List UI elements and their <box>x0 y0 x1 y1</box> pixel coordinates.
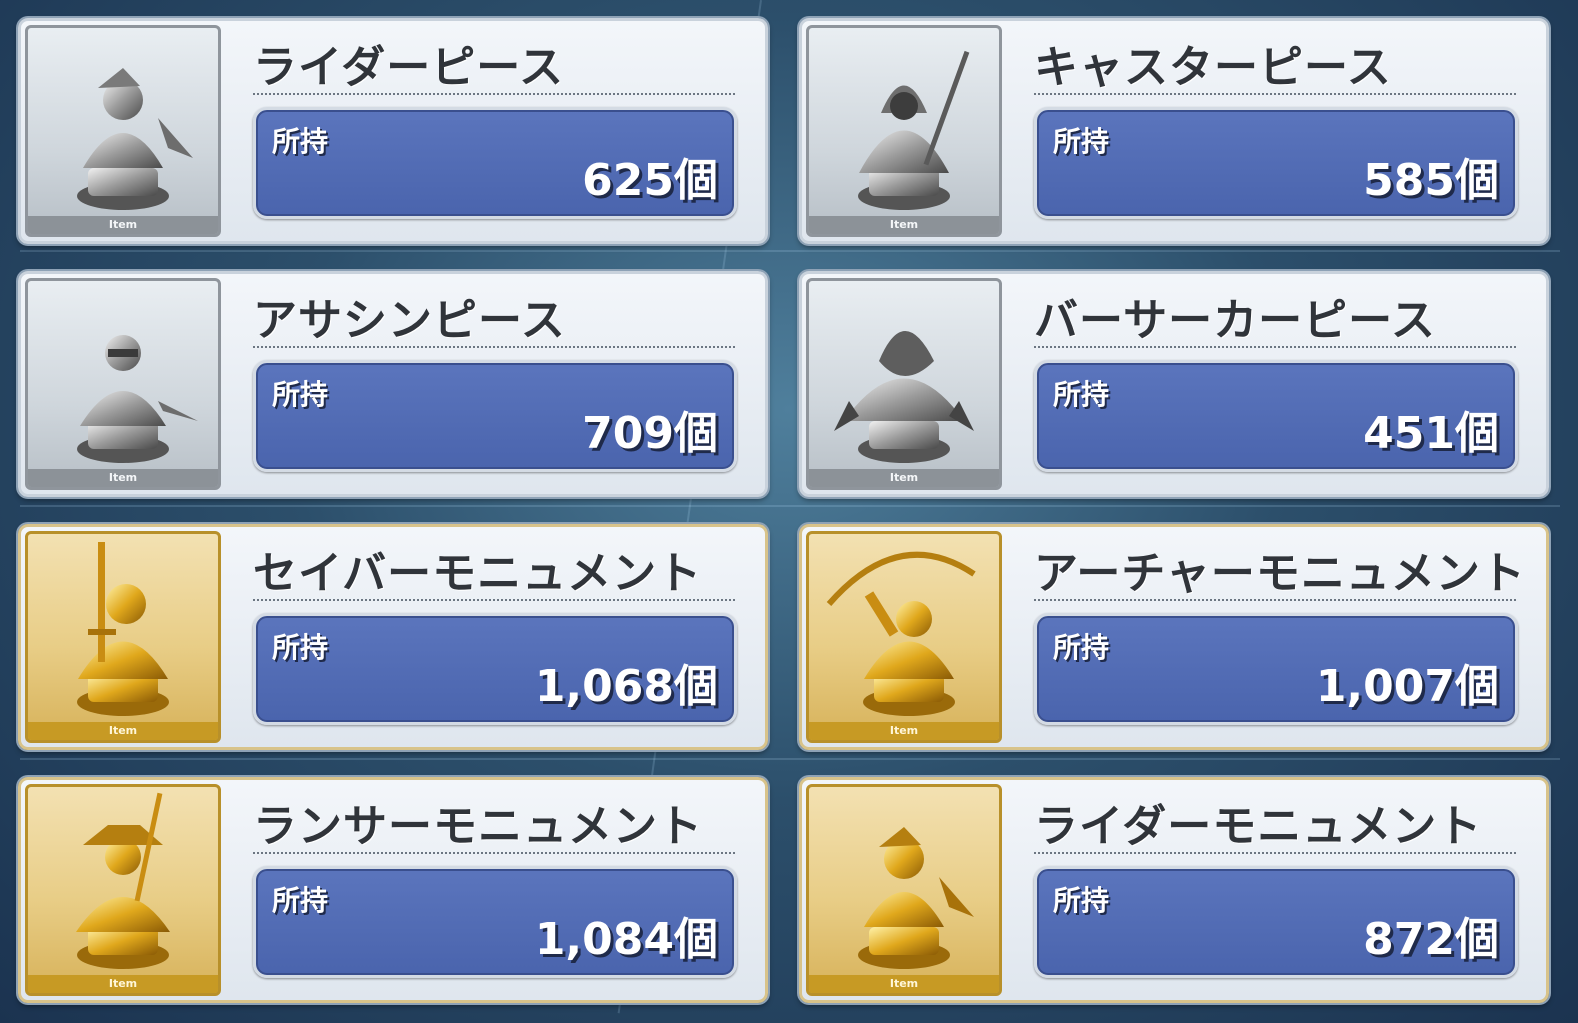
divider <box>1034 852 1516 854</box>
item-name: ライダーピース <box>253 42 565 93</box>
held-count: 1,007個 <box>1315 661 1499 712</box>
held-count-box: 所持 709個 <box>253 360 737 472</box>
item-name: セイバーモニュメント <box>253 548 703 599</box>
held-count: 585個 <box>1363 155 1499 206</box>
held-label: 所持 <box>1053 378 1110 411</box>
item-tag: Item <box>28 722 218 740</box>
divider <box>253 852 735 854</box>
divider <box>1034 599 1516 601</box>
item-card-lancer-monument[interactable]: Item ランサーモニュメント 所持 1,084個 <box>18 777 768 1003</box>
item-tag: Item <box>28 469 218 487</box>
item-name: ランサーモニュメント <box>253 801 703 852</box>
held-count-box: 所持 585個 <box>1034 107 1518 219</box>
item-tag: Item <box>28 975 218 993</box>
held-count-box: 所持 625個 <box>253 107 737 219</box>
item-grid: Item ライダーピース 所持 625個 Item キャスターピース 所持 58… <box>0 0 1578 1023</box>
caster-piece-bust-icon <box>858 50 970 210</box>
item-thumbnail: Item <box>806 531 1002 743</box>
item-name: アサシンピース <box>253 295 566 346</box>
divider <box>1034 93 1516 95</box>
lancer-monument-bust-icon <box>76 792 170 969</box>
item-thumbnail: Item <box>806 278 1002 490</box>
divider <box>253 346 735 348</box>
item-thumbnail: Item <box>25 25 221 237</box>
held-count: 1,068個 <box>534 661 718 712</box>
saber-monument-bust-icon <box>77 542 169 716</box>
item-tag: Item <box>809 975 999 993</box>
item-thumbnail: Item <box>25 278 221 490</box>
held-count-box: 所持 1,068個 <box>253 613 737 725</box>
item-name: キャスターピース <box>1034 42 1392 93</box>
divider <box>1034 346 1516 348</box>
item-name: バーサーカーピース <box>1034 295 1436 346</box>
held-count-box: 所持 1,007個 <box>1034 613 1518 725</box>
item-thumbnail: Item <box>806 784 1002 996</box>
held-label: 所持 <box>272 125 329 158</box>
held-label: 所持 <box>272 631 329 664</box>
item-card-rider-monument[interactable]: Item ライダーモニュメント 所持 872個 <box>799 777 1549 1003</box>
item-card-berserker-piece[interactable]: Item バーサーカーピース 所持 451個 <box>799 271 1549 497</box>
item-name: アーチャーモニュメント <box>1034 548 1526 599</box>
item-tag: Item <box>28 216 218 234</box>
item-name: ライダーモニュメント <box>1034 801 1483 852</box>
item-thumbnail: Item <box>25 784 221 996</box>
held-count-box: 所持 451個 <box>1034 360 1518 472</box>
held-label: 所持 <box>1053 125 1110 158</box>
held-label: 所持 <box>272 378 329 411</box>
held-count-box: 所持 872個 <box>1034 866 1518 978</box>
item-thumbnail: Item <box>806 25 1002 237</box>
held-count-box: 所持 1,084個 <box>253 866 737 978</box>
archer-monument-bust-icon <box>826 551 976 716</box>
held-label: 所持 <box>272 884 329 917</box>
item-tag: Item <box>809 216 999 234</box>
item-card-archer-monument[interactable]: Item アーチャーモニュメント 所持 1,007個 <box>799 524 1549 750</box>
held-label: 所持 <box>1053 884 1110 917</box>
divider <box>253 93 735 95</box>
item-thumbnail: Item <box>25 531 221 743</box>
item-card-saber-monument[interactable]: Item セイバーモニュメント 所持 1,068個 <box>18 524 768 750</box>
held-count: 451個 <box>1363 408 1499 459</box>
item-card-rider-piece[interactable]: Item ライダーピース 所持 625個 <box>18 18 768 244</box>
divider <box>253 599 735 601</box>
item-card-assassin-piece[interactable]: Item アサシンピース 所持 709個 <box>18 271 768 497</box>
held-count: 872個 <box>1363 914 1499 965</box>
item-tag: Item <box>809 722 999 740</box>
rider-monument-bust-icon <box>858 827 974 969</box>
held-count: 1,084個 <box>534 914 718 965</box>
held-count: 709個 <box>582 408 718 459</box>
berserker-piece-bust-icon <box>834 331 974 463</box>
item-tag: Item <box>809 469 999 487</box>
rider-piece-bust-icon <box>77 68 193 210</box>
held-label: 所持 <box>1053 631 1110 664</box>
held-count: 625個 <box>582 155 718 206</box>
item-card-caster-piece[interactable]: Item キャスターピース 所持 585個 <box>799 18 1549 244</box>
assassin-piece-bust-icon <box>77 335 198 463</box>
